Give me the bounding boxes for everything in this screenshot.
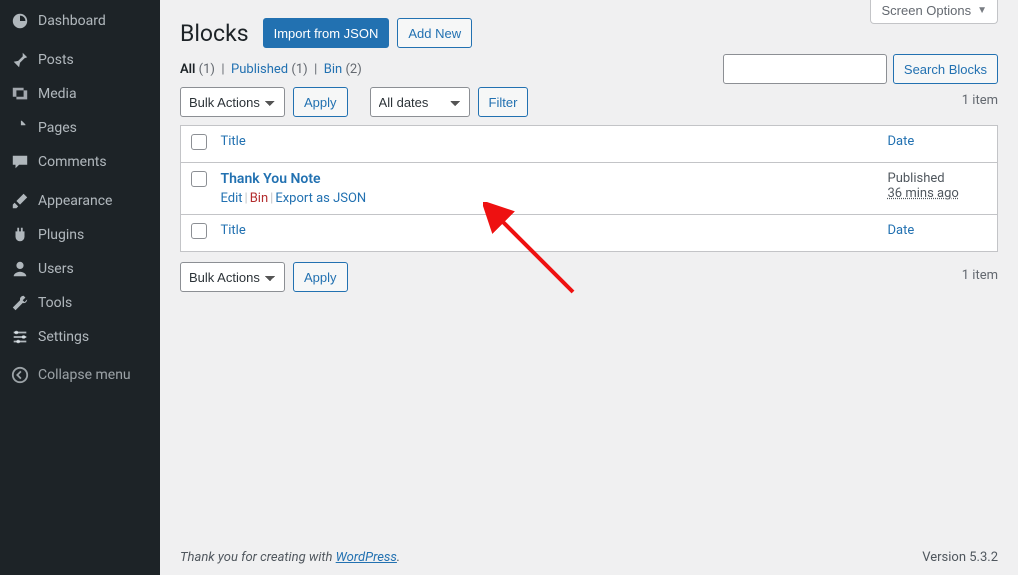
filter-all[interactable]: All [180,62,195,77]
column-title-footer[interactable]: Title [221,223,246,238]
filter-bin[interactable]: Bin [324,62,342,77]
add-new-button[interactable]: Add New [397,18,472,48]
wrench-icon [10,293,30,313]
brush-icon [10,191,30,211]
table-row: Thank You Note Edit|Bin|Export as JSON P… [181,163,998,215]
sidebar-item-plugins[interactable]: Plugins [0,218,160,252]
sidebar-item-label: Dashboard [38,13,106,29]
pin-icon [10,50,30,70]
column-date[interactable]: Date [888,134,915,149]
filter-bin-count: (2) [345,62,361,77]
bulk-actions-select-bottom[interactable]: Bulk Actions [180,262,285,292]
date-filter-select[interactable]: All dates [370,87,470,117]
row-action-bin[interactable]: Bin [250,191,268,206]
sidebar-item-label: Comments [38,154,107,170]
row-actions: Edit|Bin|Export as JSON [221,191,868,206]
bulk-apply-button[interactable]: Apply [293,87,348,117]
sidebar-item-label: Media [38,86,77,102]
page-icon [10,118,30,138]
row-checkbox[interactable] [191,171,207,187]
bulk-actions-select[interactable]: Bulk Actions [180,87,285,117]
sidebar-collapse[interactable]: Collapse menu [0,358,160,392]
sidebar-item-label: Pages [38,120,77,136]
filter-published-count: (1) [291,62,307,77]
chevron-down-icon: ▼ [977,5,987,16]
sidebar-item-tools[interactable]: Tools [0,286,160,320]
sidebar-item-label: Settings [38,329,89,345]
sidebar-item-comments[interactable]: Comments [0,145,160,179]
screen-options-button[interactable]: Screen Options ▼ [870,0,998,24]
footer-version: Version 5.3.2 [922,550,998,565]
sidebar-item-settings[interactable]: Settings [0,320,160,354]
sliders-icon [10,327,30,347]
dashboard-icon [10,11,30,31]
collapse-icon [10,365,30,385]
footer-wordpress-link[interactable]: WordPress [336,550,397,565]
column-title[interactable]: Title [221,134,246,149]
sidebar-item-label: Posts [38,52,74,68]
select-all-checkbox[interactable] [191,134,207,150]
admin-sidebar: Dashboard Posts Media Pages Comments App… [0,0,160,575]
sidebar-item-appearance[interactable]: Appearance [0,184,160,218]
row-status: Published [888,171,945,186]
filter-all-count: (1) [199,62,215,77]
user-icon [10,259,30,279]
sidebar-item-label: Tools [38,295,72,311]
sidebar-item-pages[interactable]: Pages [0,111,160,145]
row-title-link[interactable]: Thank You Note [221,171,321,187]
blocks-table: Title Date Thank You Note Edit|Bin|Expor… [180,125,998,252]
sidebar-item-posts[interactable]: Posts [0,43,160,77]
sidebar-item-media[interactable]: Media [0,77,160,111]
plug-icon [10,225,30,245]
page-title: Blocks [180,20,249,47]
row-time: 36 mins ago [888,186,959,201]
sidebar-item-label: Appearance [38,193,112,209]
column-date-footer[interactable]: Date [888,223,915,238]
item-count-bottom: 1 item [962,268,998,283]
filter-published[interactable]: Published [231,62,288,77]
filter-button[interactable]: Filter [478,87,529,117]
select-all-checkbox-footer[interactable] [191,223,207,239]
sidebar-item-dashboard[interactable]: Dashboard [0,4,160,38]
sidebar-item-users[interactable]: Users [0,252,160,286]
search-input[interactable] [723,54,887,84]
row-action-export-json[interactable]: Export as JSON [275,191,366,206]
sidebar-item-label: Users [38,261,74,277]
comment-icon [10,152,30,172]
search-button[interactable]: Search Blocks [893,54,998,84]
sidebar-item-label: Collapse menu [38,367,131,383]
screen-options-label: Screen Options [881,3,971,18]
import-json-button[interactable]: Import from JSON [263,18,390,48]
media-icon [10,84,30,104]
bulk-apply-button-bottom[interactable]: Apply [293,262,348,292]
sidebar-item-label: Plugins [38,227,84,243]
footer-thanks: Thank you for creating with WordPress. [180,550,400,565]
item-count: 1 item [962,93,998,108]
row-action-edit[interactable]: Edit [221,191,243,206]
